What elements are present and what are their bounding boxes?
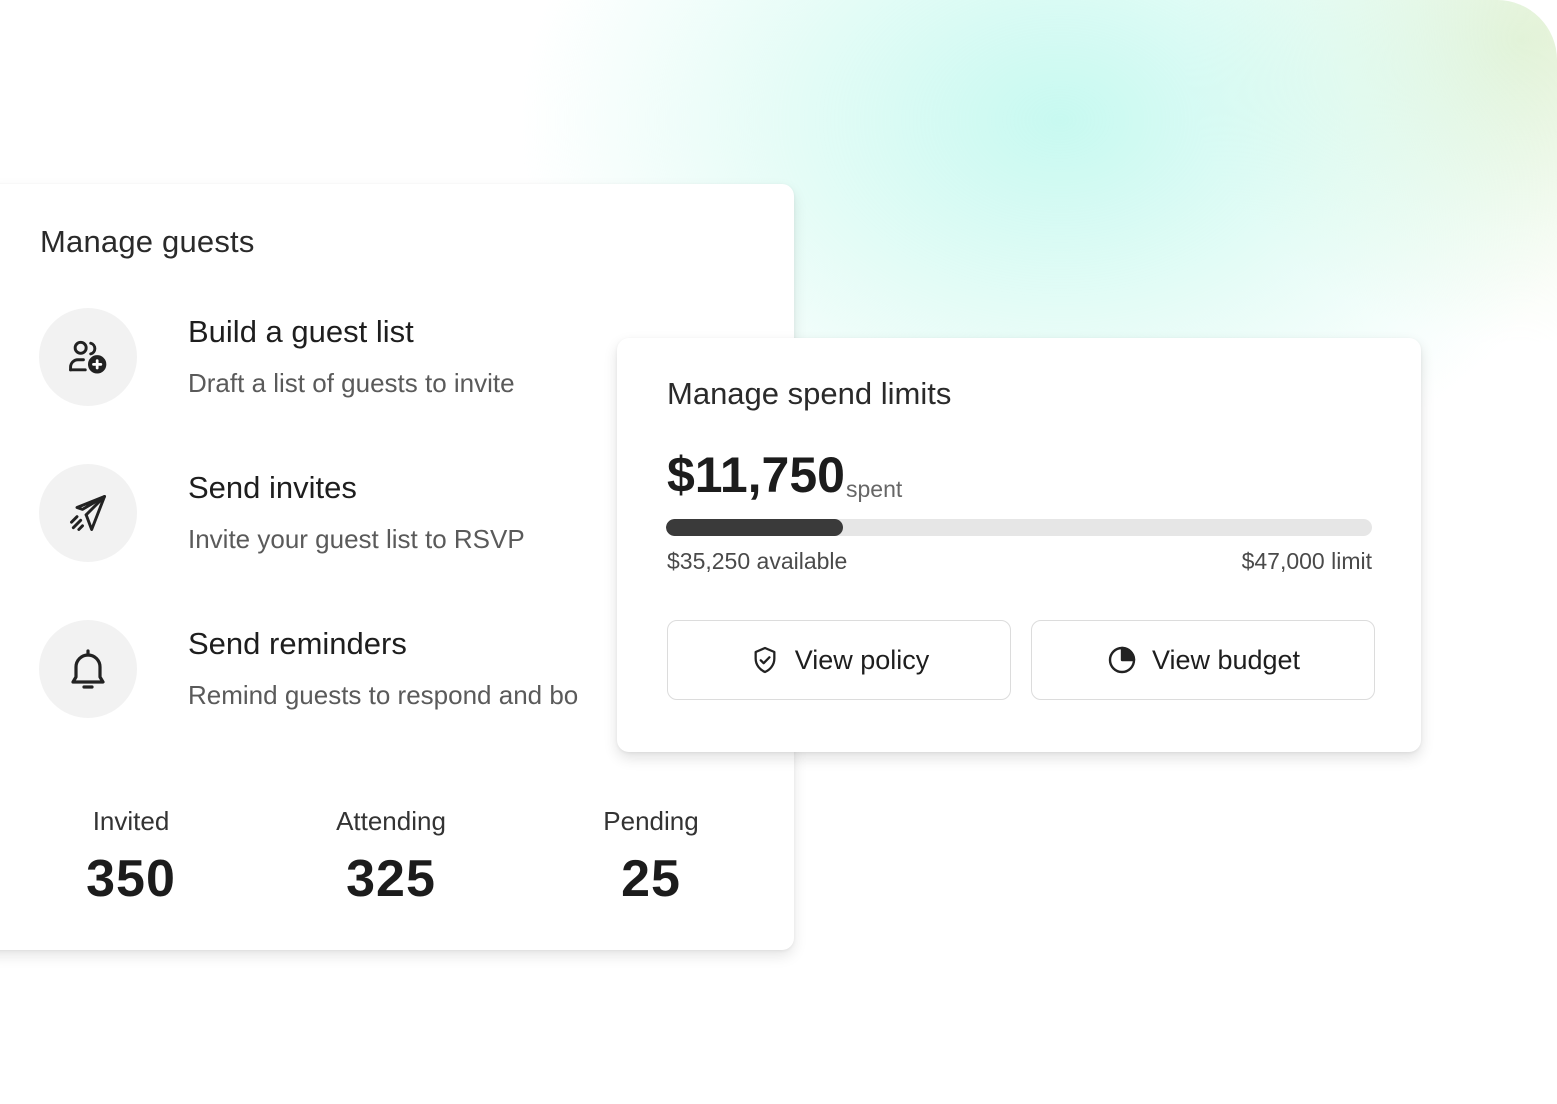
- spend-progress-bar: [666, 519, 1372, 536]
- view-budget-label: View budget: [1151, 644, 1301, 675]
- stat-pending: Pending 25: [551, 806, 751, 909]
- stat-value: 350: [86, 850, 176, 908]
- pie-chart-icon: [1106, 644, 1138, 676]
- spent-amount: $11,750: [667, 447, 845, 503]
- stat-label: Pending: [603, 806, 699, 836]
- guest-action-subtitle: Remind guests to respond and bo: [188, 680, 579, 710]
- guests-card-title: Manage guests: [40, 224, 255, 259]
- view-budget-button[interactable]: View budget: [1031, 620, 1375, 700]
- shield-check-icon: [749, 644, 781, 676]
- manage-spend-card: Manage spend limits $11,750 spent $35,25…: [617, 338, 1421, 752]
- bell-icon: [39, 620, 137, 718]
- available-amount: $35,250 available: [667, 548, 848, 574]
- guest-action-send-reminders[interactable]: Send reminders Remind guests to respond …: [39, 620, 696, 720]
- stat-value: 325: [346, 850, 436, 908]
- view-policy-label: View policy: [794, 644, 930, 675]
- spend-progress-fill: [666, 519, 843, 536]
- limit-amount: $47,000 limit: [1241, 548, 1372, 574]
- guest-action-title: Send reminders: [188, 626, 407, 661]
- user-add-icon: [39, 308, 137, 406]
- guest-action-subtitle: Invite your guest list to RSVP: [188, 524, 525, 554]
- stat-attending: Attending 325: [291, 806, 491, 909]
- stat-label: Invited: [92, 806, 170, 836]
- view-policy-button[interactable]: View policy: [667, 620, 1011, 700]
- paper-plane-icon: [39, 464, 137, 562]
- stat-value: 25: [621, 850, 681, 908]
- stat-invited: Invited 350: [31, 806, 231, 909]
- guest-action-title: Build a guest list: [188, 314, 414, 349]
- spent-label: spent: [846, 476, 903, 502]
- stat-label: Attending: [336, 806, 446, 836]
- guest-action-subtitle: Draft a list of guests to invite: [188, 368, 515, 398]
- spend-card-title: Manage spend limits: [667, 376, 952, 411]
- guest-action-title: Send invites: [188, 470, 357, 505]
